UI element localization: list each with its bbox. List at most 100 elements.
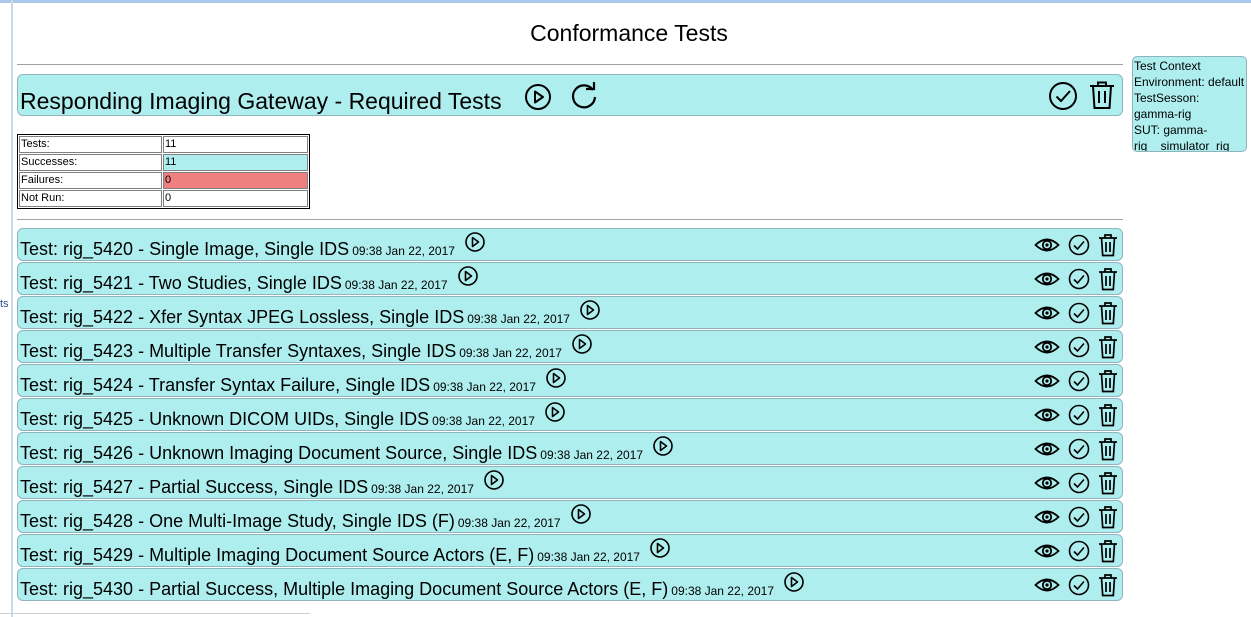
delete-button[interactable]: [1098, 369, 1118, 393]
eye-icon: [1034, 544, 1060, 558]
test-row[interactable]: Test: rig_5423 - Multiple Transfer Synta…: [17, 330, 1123, 363]
view-log-button[interactable]: [1034, 541, 1060, 561]
delete-button[interactable]: [1098, 471, 1118, 495]
validate-button[interactable]: [1068, 336, 1090, 358]
test-timestamp: 09:38 Jan 22, 2017: [344, 278, 448, 292]
test-label: Test: rig_5420 - Single Image, Single ID…: [20, 232, 486, 261]
check-circle-icon: [1068, 234, 1090, 256]
test-timestamp: 09:38 Jan 22, 2017: [540, 448, 644, 462]
validate-button[interactable]: [1068, 506, 1090, 528]
eye-icon: [1034, 340, 1060, 354]
validate-button[interactable]: [1068, 370, 1090, 392]
view-log-button[interactable]: [1034, 575, 1060, 595]
test-actions: [1034, 403, 1118, 427]
test-timestamp: 09:38 Jan 22, 2017: [459, 346, 562, 360]
delete-button[interactable]: [1098, 301, 1118, 325]
validate-all-button[interactable]: [1048, 81, 1078, 111]
validate-button[interactable]: [1068, 302, 1090, 324]
refresh-icon: [571, 82, 597, 109]
run-all-button[interactable]: [524, 83, 552, 111]
test-row[interactable]: Test: rig_5427 - Partial Success, Single…: [17, 466, 1123, 499]
test-row[interactable]: Test: rig_5420 - Single Image, Single ID…: [17, 228, 1123, 261]
validate-button[interactable]: [1068, 574, 1090, 596]
check-circle-icon: [1068, 302, 1090, 324]
test-label: Test: rig_5422 - Xfer Syntax JPEG Lossle…: [20, 300, 601, 329]
run-test-button[interactable]: [783, 571, 805, 593]
view-log-button[interactable]: [1034, 337, 1060, 357]
trash-icon: [1099, 336, 1117, 359]
play-circle-icon: [580, 300, 600, 320]
delete-button[interactable]: [1098, 573, 1118, 597]
play-circle-icon: [546, 368, 566, 388]
test-row[interactable]: Test: rig_5422 - Xfer Syntax JPEG Lossle…: [17, 296, 1123, 329]
run-test-button[interactable]: [571, 333, 593, 355]
test-row[interactable]: Test: rig_5424 - Transfer Syntax Failure…: [17, 364, 1123, 397]
test-row[interactable]: Test: rig_5428 - One Multi-Image Study, …: [17, 500, 1123, 533]
view-log-button[interactable]: [1034, 371, 1060, 391]
validate-button[interactable]: [1068, 404, 1090, 426]
test-actions: [1034, 233, 1118, 257]
delete-button[interactable]: [1098, 335, 1118, 359]
test-timestamp: 09:38 Jan 22, 2017: [457, 516, 561, 530]
validate-button[interactable]: [1068, 438, 1090, 460]
delete-button[interactable]: [1098, 233, 1118, 257]
run-test-button[interactable]: [544, 401, 566, 423]
delete-button[interactable]: [1098, 505, 1118, 529]
check-circle-icon: [1068, 438, 1090, 460]
view-log-button[interactable]: [1034, 269, 1060, 289]
check-circle-icon: [1049, 82, 1077, 110]
view-log-button[interactable]: [1034, 473, 1060, 493]
delete-button[interactable]: [1098, 267, 1118, 291]
test-label: Test: rig_5424 - Transfer Syntax Failure…: [20, 368, 567, 397]
play-circle-icon: [570, 504, 591, 524]
run-test-button[interactable]: [570, 503, 592, 525]
test-row[interactable]: Test: rig_5426 - Unknown Imaging Documen…: [17, 432, 1123, 465]
view-log-button[interactable]: [1034, 405, 1060, 425]
run-test-button[interactable]: [545, 367, 567, 389]
view-log-button[interactable]: [1034, 439, 1060, 459]
delete-button[interactable]: [1098, 437, 1118, 461]
run-test-button[interactable]: [457, 265, 479, 287]
run-test-button[interactable]: [464, 231, 486, 253]
test-context-panel: Test Context Environment: default TestSe…: [1132, 56, 1247, 152]
run-test-button[interactable]: [579, 299, 601, 321]
check-circle-icon: [1068, 370, 1090, 392]
test-row[interactable]: Test: rig_5421 - Two Studies, Single IDS…: [17, 262, 1123, 295]
delete-button[interactable]: [1098, 539, 1118, 563]
view-log-button[interactable]: [1034, 235, 1060, 255]
test-row[interactable]: Test: rig_5429 - Multiple Imaging Docume…: [17, 534, 1123, 567]
stats-row-tests: Tests: 11: [19, 136, 308, 153]
run-test-button[interactable]: [652, 435, 674, 457]
test-label: Test: rig_5426 - Unknown Imaging Documen…: [20, 436, 674, 465]
delete-button[interactable]: [1098, 403, 1118, 427]
eye-icon: [1034, 510, 1060, 524]
view-log-button[interactable]: [1034, 507, 1060, 527]
reload-button[interactable]: [569, 81, 599, 111]
trash-icon: [1099, 574, 1117, 597]
test-label: Test: rig_5430 - Partial Success, Multip…: [20, 572, 805, 601]
play-circle-icon: [457, 266, 478, 286]
test-label: Test: rig_5429 - Multiple Imaging Docume…: [20, 538, 671, 567]
delete-all-button[interactable]: [1088, 80, 1116, 110]
eye-icon: [1034, 408, 1060, 422]
validate-button[interactable]: [1068, 540, 1090, 562]
run-test-button[interactable]: [483, 469, 505, 491]
test-name: Test: rig_5420 - Single Image, Single ID…: [20, 239, 350, 259]
test-actions: [1034, 573, 1118, 597]
validate-button[interactable]: [1068, 472, 1090, 494]
view-log-button[interactable]: [1034, 303, 1060, 323]
successes-label: Successes:: [19, 154, 162, 171]
trash-icon: [1099, 438, 1117, 461]
test-row[interactable]: Test: rig_5425 - Unknown DICOM UIDs, Sin…: [17, 398, 1123, 431]
eye-icon: [1034, 238, 1060, 252]
validate-button[interactable]: [1068, 268, 1090, 290]
left-border: [11, 0, 13, 617]
test-actions: [1034, 369, 1118, 393]
run-test-button[interactable]: [649, 537, 671, 559]
eye-icon: [1034, 476, 1060, 490]
play-circle-icon: [465, 232, 485, 252]
trash-icon: [1099, 472, 1117, 495]
failures-value: 0: [163, 172, 308, 189]
validate-button[interactable]: [1068, 234, 1090, 256]
test-row[interactable]: Test: rig_5430 - Partial Success, Multip…: [17, 568, 1123, 601]
